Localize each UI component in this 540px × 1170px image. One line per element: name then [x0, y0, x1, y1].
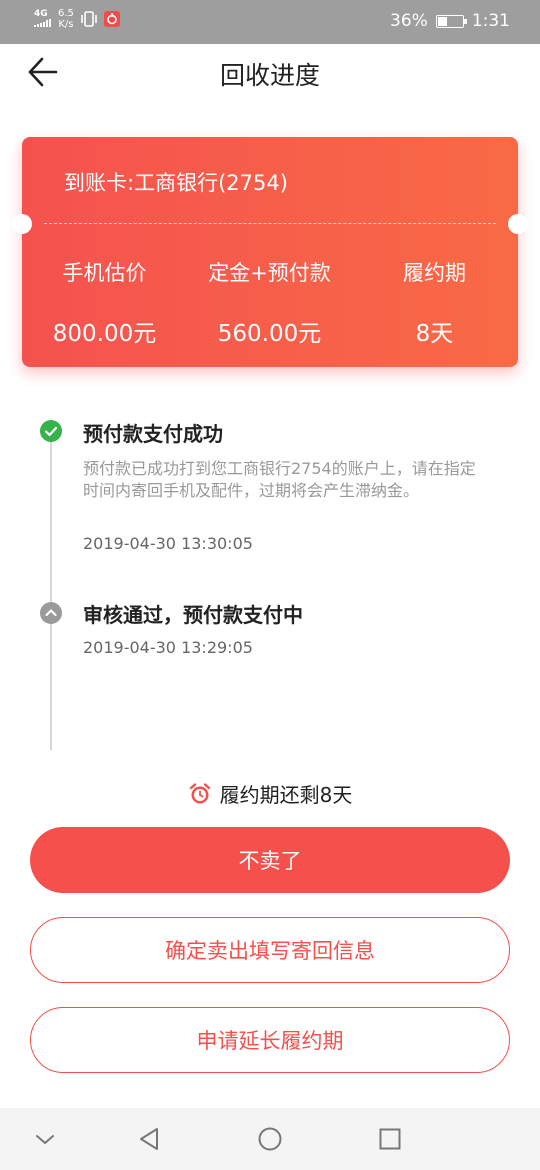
deposit-label: 定金+预付款 — [208, 261, 331, 285]
countdown-text: 履约期还剩8天 — [219, 783, 353, 807]
chevron-up-circle-icon — [40, 602, 62, 624]
phone-estimate-value: 800.00元 — [52, 321, 157, 347]
system-nav-bar — [0, 1108, 540, 1170]
deposit-value: 560.00元 — [217, 321, 322, 347]
page-title: 回收进度 — [219, 61, 320, 90]
timeline-step-description: 预付款已成功打到您工商银行2754的账户上，请在指定时间内寄回手机及配件，过期将… — [83, 459, 476, 500]
header: 回收进度 — [0, 44, 540, 102]
battery-fill — [437, 16, 448, 26]
contract-period-value: 8天 — [415, 321, 454, 347]
card-notch-left — [12, 214, 32, 234]
timeline-line — [50, 440, 52, 750]
vibrate-icon — [81, 11, 97, 27]
timeline-step-time: 2019-04-30 13:30:05 — [83, 534, 253, 553]
clock: 1:31 — [471, 11, 510, 31]
status-right: 36% 1:31 — [390, 11, 510, 31]
signal-label: 4G — [34, 8, 48, 19]
card-divider — [44, 223, 496, 224]
battery-percent: 36% — [390, 11, 428, 31]
cancel-sale-button[interactable]: 不卖了 — [30, 827, 510, 893]
net-speed: 6.5 K/s — [58, 8, 74, 30]
contract-countdown: 履约期还剩8天 — [0, 779, 540, 808]
timeline-step-title: 审核通过，预付款支付中 — [83, 603, 303, 627]
app-notification-icon — [103, 11, 120, 27]
timeline-step-time: 2019-04-30 13:29:05 — [83, 638, 253, 657]
extend-period-button[interactable]: 申请延长履约期 — [30, 1007, 510, 1073]
confirm-sale-button[interactable]: 确定卖出填写寄回信息 — [30, 917, 510, 983]
signal-bars-icon — [34, 18, 51, 27]
card-notch-right — [508, 214, 528, 234]
alarm-clock-icon — [189, 782, 210, 803]
recents-square-icon[interactable] — [376, 1125, 404, 1153]
chevron-down-icon[interactable] — [31, 1125, 59, 1153]
battery-icon — [435, 14, 467, 28]
net-speed-value: 6.5 — [58, 8, 74, 19]
phone-estimate-label: 手机估价 — [62, 261, 147, 285]
contract-period-label: 履约期 — [403, 261, 466, 285]
home-circle-icon[interactable] — [256, 1125, 284, 1153]
signal-indicator: 4G — [34, 9, 52, 30]
status-bar: 4G 6.5 K/s 36% 1:31 — [0, 0, 540, 44]
check-circle-icon — [40, 420, 62, 442]
net-speed-unit: K/s — [58, 19, 74, 30]
back-triangle-icon[interactable] — [136, 1125, 164, 1153]
timeline-step-title: 预付款支付成功 — [83, 422, 223, 446]
payout-card-label: 到账卡:工商银行(2754) — [64, 171, 288, 195]
status-left: 4G 6.5 K/s — [34, 8, 120, 30]
settlement-card: 到账卡:工商银行(2754) 手机估价 定金+预付款 履约期 800.00元 5… — [12, 137, 528, 367]
